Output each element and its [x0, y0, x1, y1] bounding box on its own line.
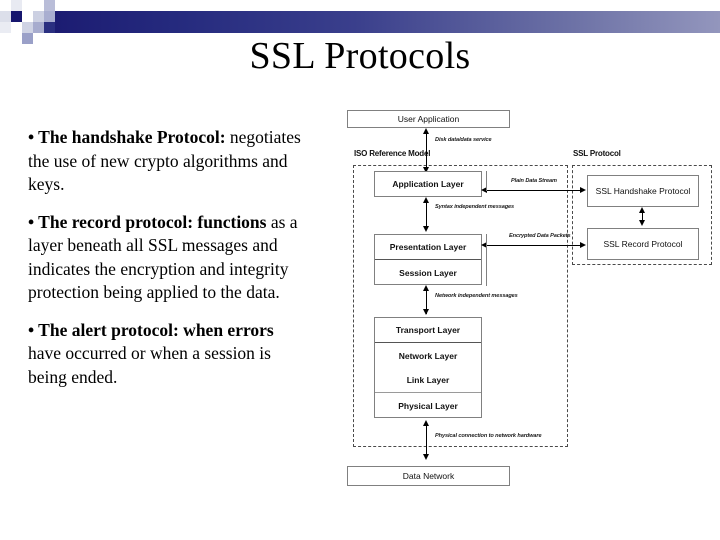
bullet-lead: • The handshake Protocol:: [28, 127, 226, 147]
arrow-right-icon: [580, 187, 586, 193]
header-checker-square: [22, 11, 33, 22]
layer-label: Transport Layer: [375, 318, 481, 343]
arrow-down-icon: [423, 309, 429, 315]
header-checker-square: [11, 0, 22, 11]
arrow-down-icon: [423, 454, 429, 460]
box-ssl-record-protocol: SSL Record Protocol: [587, 228, 699, 260]
list-item: • The alert protocol: when errors have o…: [28, 319, 308, 390]
header-gradient-bar: [55, 11, 720, 33]
header-decoration: [0, 0, 720, 44]
annotation-disk-data: Disk data/data service: [435, 137, 492, 143]
header-checker-square: [33, 0, 44, 11]
arrow-down-icon: [639, 220, 645, 226]
ssl-osi-diagram: ISO Reference Model SSL Protocol User Ap…: [300, 95, 720, 500]
header-checker-square: [44, 22, 55, 33]
list-item: • The handshake Protocol: negotiates the…: [28, 126, 308, 197]
annotation-physical-connection: Physical connection to network hardware: [435, 433, 542, 439]
header-checker-square: [0, 22, 11, 33]
ssl-region-label: SSL Protocol: [573, 149, 621, 158]
header-checker-square: [22, 22, 33, 33]
connector-line: [486, 171, 487, 191]
layer-label: Network Layer: [398, 350, 458, 361]
arrow-up-icon: [423, 285, 429, 291]
bullet-lead: • The record protocol: functions: [28, 211, 267, 232]
iso-region-label: ISO Reference Model: [354, 149, 431, 158]
bullet-rest: have occurred or when a session is being…: [28, 343, 271, 387]
arrow-right-icon: [580, 242, 586, 248]
layer-box-application: Application Layer: [374, 171, 482, 197]
header-checker-square: [44, 0, 55, 11]
layer-box-lower: Transport Layer Network Layer Link Layer…: [374, 317, 482, 418]
layer-label: Link Layer: [375, 368, 481, 393]
header-checker-square: [11, 11, 22, 22]
arrow-down-icon: [423, 226, 429, 232]
annotation-network-independent: Network independent messages: [435, 293, 518, 299]
layer-label: Physical Layer: [398, 400, 458, 411]
connector-line: [486, 190, 584, 191]
header-checker-square: [44, 11, 55, 22]
layer-label: Session Layer: [399, 267, 457, 278]
annotation-encrypted-packets: Encrypted Data Packets: [509, 233, 571, 239]
connector-line: [486, 245, 584, 246]
header-checker-square: [33, 22, 44, 33]
connector-line: [486, 234, 487, 286]
arrow-up-icon: [423, 420, 429, 426]
annotation-syntax-independent: Syntax independent messages: [435, 204, 515, 210]
arrow-up-icon: [639, 207, 645, 213]
header-checker-square: [11, 22, 22, 33]
arrow-up-icon: [423, 128, 429, 134]
list-item: • The record protocol: functions as a la…: [28, 211, 308, 305]
box-ssl-handshake-protocol: SSL Handshake Protocol: [587, 175, 699, 207]
header-checker-square: [22, 0, 33, 11]
connector-line: [426, 133, 427, 171]
header-checker-square: [33, 11, 44, 22]
arrow-up-icon: [423, 197, 429, 203]
bullet-lead: • The alert protocol: when errors: [28, 319, 274, 340]
page-title: SSL Protocols: [249, 35, 471, 77]
header-checker-square: [0, 11, 11, 22]
layer-label: Presentation Layer: [375, 235, 481, 260]
layer-label: Application Layer: [392, 179, 464, 189]
box-user-application: User Application: [347, 110, 510, 128]
layer-box-presentation-session: Presentation Layer Session Layer: [374, 234, 482, 285]
box-data-network: Data Network: [347, 466, 510, 486]
bullet-list: • The handshake Protocol: negotiates the…: [28, 126, 308, 403]
annotation-plain-data-stream: Plain Data Stream: [511, 178, 557, 184]
